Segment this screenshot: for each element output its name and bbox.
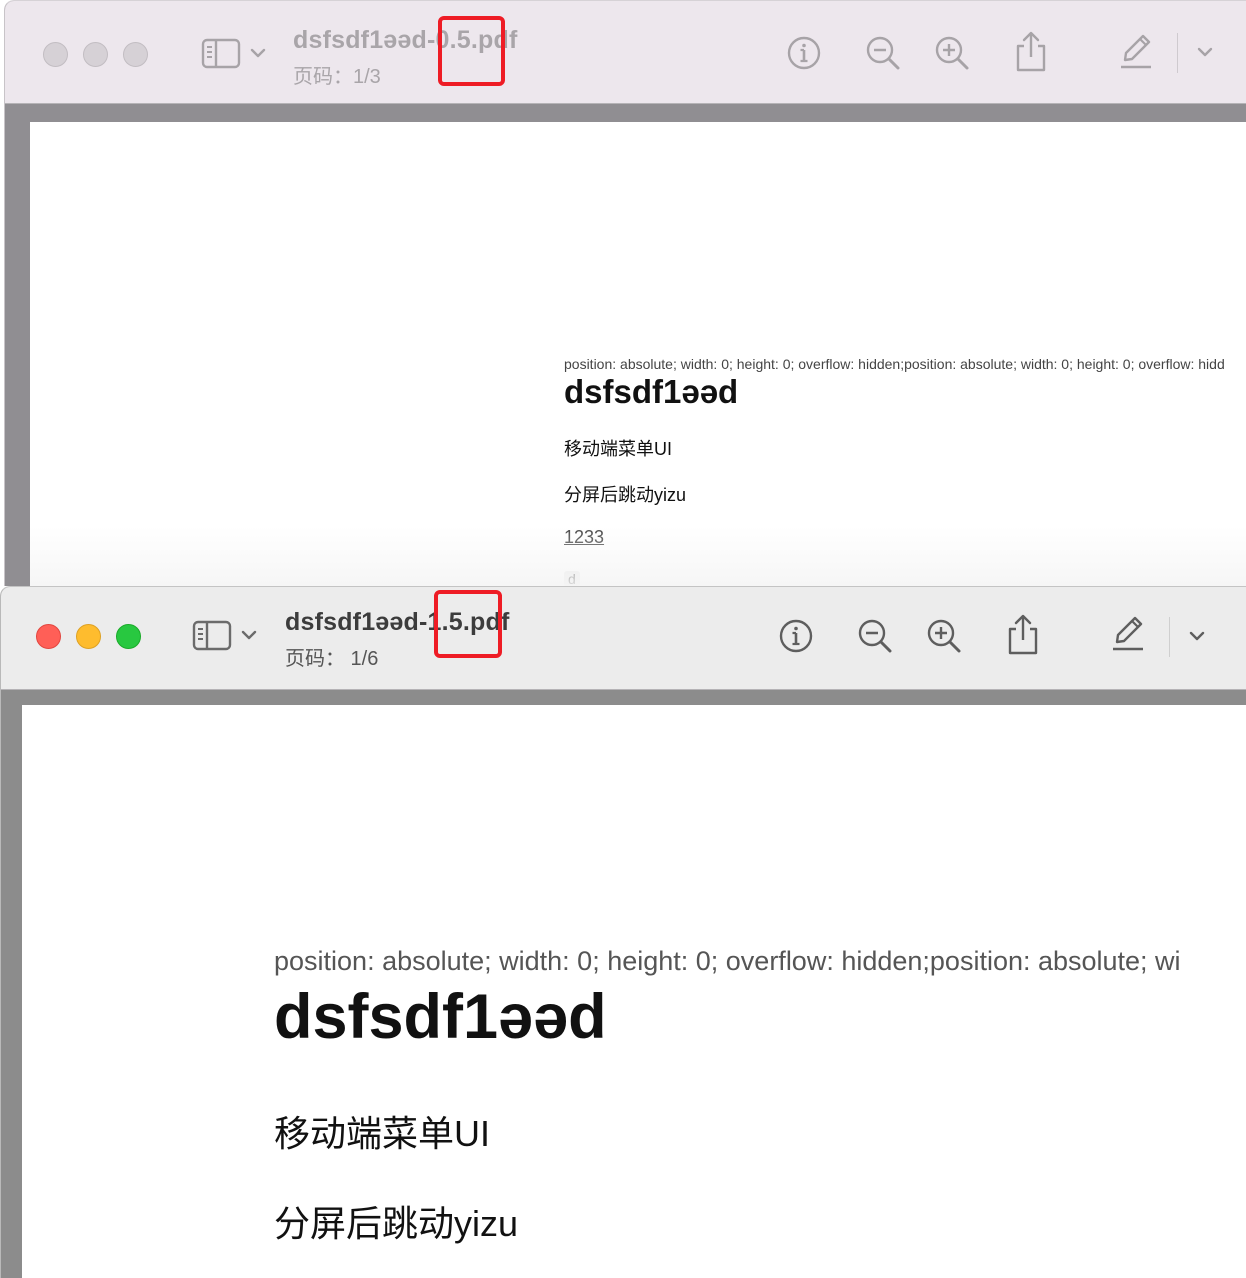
close-button[interactable]	[43, 42, 68, 67]
menu-ui-text: 移动端菜单UI	[274, 1113, 491, 1154]
zoom-in-icon[interactable]	[933, 34, 971, 72]
zoom-out-icon[interactable]	[856, 617, 894, 655]
title-dash: -	[426, 26, 436, 54]
document-heading: dsfsdf1əəd	[274, 982, 607, 1052]
version-highlight-box	[434, 590, 502, 658]
close-button[interactable]	[36, 624, 61, 649]
preview-window-front: dsfsdf1əəd-1.5.pdf 页码： 1/6 position: abs…	[0, 586, 1246, 1278]
window-toolbar: dsfsdf1əəd-0.5.pdf 页码：1/3	[5, 1, 1246, 104]
page-fade	[30, 526, 1246, 586]
page-indicator: 页码：1/3	[293, 66, 381, 88]
zoom-in-icon[interactable]	[925, 617, 963, 655]
title-dash: -	[418, 608, 428, 636]
title-filename: dsfsdf1əəd	[293, 26, 427, 54]
pdf-page: position: absolute; width: 0; height: 0;…	[22, 705, 1246, 1278]
minimize-button[interactable]	[83, 42, 108, 67]
title-filename: dsfsdf1əəd	[285, 608, 419, 636]
version-highlight-box	[438, 16, 505, 86]
toolbar-separator	[1169, 617, 1170, 657]
page-indicator: 页码： 1/6	[285, 648, 379, 670]
minimize-button[interactable]	[76, 624, 101, 649]
sidebar-toggle-icon[interactable]	[201, 37, 273, 71]
menu-ui-text: 移动端菜单UI	[564, 439, 672, 459]
window-toolbar: dsfsdf1əəd-1.5.pdf 页码： 1/6	[1, 587, 1246, 690]
share-icon[interactable]	[1005, 612, 1041, 656]
split-screen-text: 分屏后跳动yizu	[274, 1203, 519, 1244]
sidebar-toggle-icon[interactable]	[192, 619, 264, 653]
pdf-page: position: absolute; width: 0; height: 0;…	[30, 122, 1246, 586]
document-heading: dsfsdf1əəd	[564, 373, 739, 410]
css-text-line: position: absolute; width: 0; height: 0;…	[564, 356, 1225, 372]
toolbar-separator	[1177, 33, 1178, 73]
info-icon[interactable]	[777, 617, 815, 655]
preview-window-back: dsfsdf1əəd-0.5.pdf 页码：1/3 position: abso…	[4, 0, 1246, 586]
zoom-button[interactable]	[123, 42, 148, 67]
zoom-out-icon[interactable]	[864, 34, 902, 72]
chevron-down-icon[interactable]	[1195, 45, 1215, 59]
zoom-button[interactable]	[116, 624, 141, 649]
share-icon[interactable]	[1013, 29, 1049, 73]
split-screen-text: 分屏后跳动yizu	[564, 485, 687, 505]
chevron-down-icon[interactable]	[1187, 629, 1207, 643]
markup-pen-icon[interactable]	[1117, 31, 1155, 71]
markup-pen-icon[interactable]	[1109, 613, 1147, 653]
info-icon[interactable]	[785, 34, 823, 72]
css-text-line: position: absolute; width: 0; height: 0;…	[274, 946, 1181, 976]
